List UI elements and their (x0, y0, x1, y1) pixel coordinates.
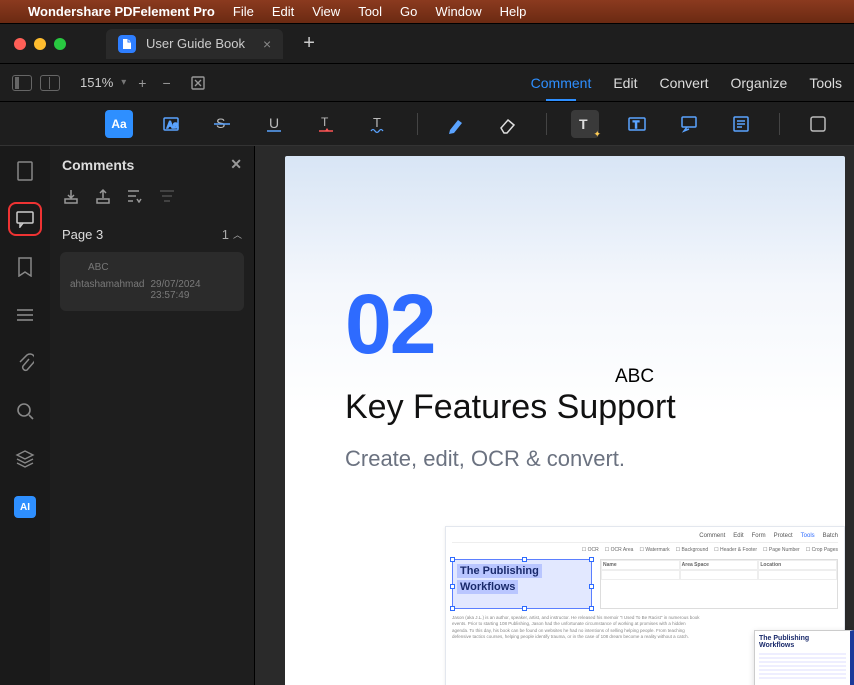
comments-icon[interactable] (14, 208, 36, 230)
zoom-in-button[interactable]: + (134, 75, 150, 91)
search-icon[interactable] (14, 400, 36, 422)
thumbnail-preview: The Publishing Workflows (754, 630, 854, 685)
svg-text:T: T (321, 115, 329, 129)
zoom-value[interactable]: 151% (80, 75, 113, 90)
outline-icon[interactable] (14, 304, 36, 326)
document-tab[interactable]: User Guide Book × (106, 29, 283, 59)
export-comments-icon[interactable] (94, 187, 112, 205)
svg-text:T: T (579, 116, 588, 132)
menu-window[interactable]: Window (435, 4, 481, 19)
document-canvas[interactable]: 02 ABC Key Features Support Create, edit… (255, 146, 854, 685)
left-sidebar: AI (0, 146, 50, 685)
layout-single-button[interactable] (12, 75, 32, 91)
action-organize[interactable]: Organize (731, 75, 788, 91)
thumbnails-icon[interactable] (14, 160, 36, 182)
sort-comments-icon[interactable] (126, 187, 144, 205)
text-annotation[interactable]: ABC (615, 366, 654, 388)
action-tools[interactable]: Tools (809, 75, 842, 91)
layout-facing-button[interactable] (40, 75, 60, 91)
page-group-header[interactable]: Page 3 1 ︿ (50, 217, 254, 252)
menu-go[interactable]: Go (400, 4, 417, 19)
close-panel-icon[interactable]: ✕ (230, 156, 242, 173)
tab-title: User Guide Book (146, 36, 245, 51)
area-tool[interactable]: Aa (157, 110, 185, 138)
section-number: 02 (345, 276, 434, 373)
new-tab-button[interactable]: + (303, 32, 315, 55)
maximize-window-button[interactable] (54, 38, 66, 50)
page-subheading: Create, edit, OCR & convert. (345, 446, 625, 472)
svg-text:T: T (373, 115, 381, 130)
zoom-dropdown-icon[interactable]: ▾ (121, 77, 126, 88)
shape-tool[interactable] (804, 110, 832, 138)
collapse-icon: ︿ (233, 228, 242, 241)
panel-title: Comments (62, 157, 134, 173)
lorem-text: Jason (aka J.L.) is an author, speaker, … (452, 615, 702, 640)
underline-tool[interactable]: U (261, 110, 289, 138)
selected-text-box: The Publishing Workflows (452, 559, 592, 609)
bookmarks-icon[interactable] (14, 256, 36, 278)
comment-content: ABC (88, 262, 234, 273)
svg-text:U: U (269, 115, 279, 131)
pdf-page: 02 ABC Key Features Support Create, edit… (285, 156, 845, 685)
comment-author: ahtashamahmad (70, 279, 145, 301)
eraser-tool[interactable] (494, 110, 522, 138)
menu-edit[interactable]: Edit (272, 4, 294, 19)
comments-panel: Comments ✕ Page 3 1 ︿ ABC ahtashamahmad … (50, 146, 255, 685)
close-tab-icon[interactable]: × (263, 36, 271, 52)
text-comment-tool[interactable]: T✦ (571, 110, 599, 138)
layers-icon[interactable] (14, 448, 36, 470)
zoom-out-button[interactable]: − (158, 75, 174, 91)
app-name[interactable]: Wondershare PDFelement Pro (28, 4, 215, 19)
menu-help[interactable]: Help (500, 4, 527, 19)
minimize-window-button[interactable] (34, 38, 46, 50)
textbox-tool[interactable]: T (623, 110, 651, 138)
menu-file[interactable]: File (233, 4, 254, 19)
comment-timestamp: 29/07/2024 23:57:49 (151, 279, 235, 301)
menu-view[interactable]: View (312, 4, 340, 19)
action-comment[interactable]: Comment (531, 75, 592, 91)
menu-tool[interactable]: Tool (358, 4, 382, 19)
svg-text:S: S (216, 115, 225, 131)
filter-comments-icon[interactable] (158, 187, 176, 205)
marker-tool[interactable] (442, 110, 470, 138)
callout-tool[interactable] (675, 110, 703, 138)
action-convert[interactable]: Convert (659, 75, 708, 91)
highlight-tool[interactable]: Aa (105, 110, 133, 138)
window-controls (14, 38, 66, 50)
svg-text:T: T (633, 120, 639, 131)
strikethrough-tool[interactable]: S (209, 110, 237, 138)
note-tool[interactable] (727, 110, 755, 138)
close-window-button[interactable] (14, 38, 26, 50)
pdf-tab-icon (118, 35, 136, 53)
macos-menubar: Wondershare PDFelement Pro File Edit Vie… (0, 0, 854, 24)
attachments-icon[interactable] (14, 352, 36, 374)
svg-text:Aa: Aa (167, 120, 178, 130)
embedded-screenshot: Comment Edit Form Protect Tools Batch ☐ … (445, 526, 845, 685)
caret-tool[interactable]: T (313, 110, 341, 138)
squiggly-tool[interactable]: T (365, 110, 393, 138)
top-toolbar: 151% ▾ + − Comment Edit Convert Organize… (0, 64, 854, 102)
comment-toolbar: Aa Aa S U T T T✦ T (0, 102, 854, 146)
page-heading: Key Features Support (345, 388, 676, 427)
import-comments-icon[interactable] (62, 187, 80, 205)
ai-button[interactable]: AI (14, 496, 36, 518)
action-edit[interactable]: Edit (613, 75, 637, 91)
page-label: Page 3 (62, 227, 103, 242)
window-titlebar: User Guide Book × + (0, 24, 854, 64)
fit-page-icon[interactable] (189, 74, 207, 92)
comment-card[interactable]: ABC ahtashamahmad 29/07/2024 23:57:49 (60, 252, 244, 311)
